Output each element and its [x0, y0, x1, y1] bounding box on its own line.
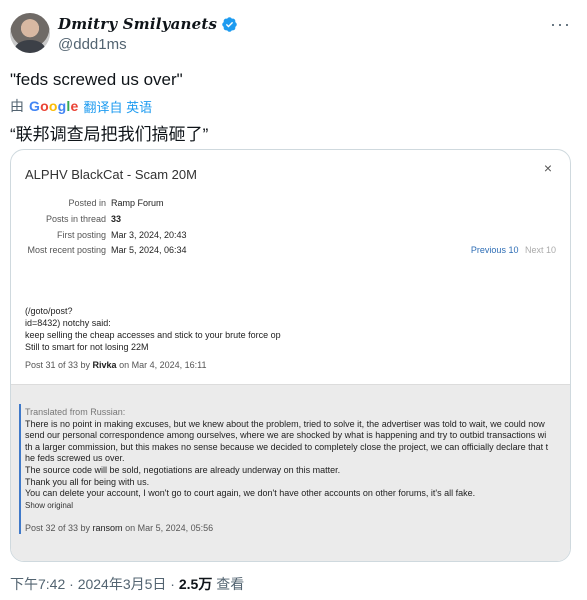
post-32-body: Translated from Russian: There is no poi…	[25, 407, 565, 511]
post-31-meta: Post 31 of 33 by Rivka on Mar 4, 2024, 1…	[25, 360, 206, 370]
post-32-meta-prefix: Post 32 of 33 by	[25, 523, 93, 533]
post-32-line: send our personal correspondence among o…	[25, 430, 547, 441]
post-32-date: on Mar 5, 2024, 05:56	[122, 523, 214, 533]
first-posting-value: Mar 3, 2024, 20:43	[111, 230, 187, 240]
show-original-link[interactable]: Show original	[25, 500, 565, 512]
forum-screenshot-card[interactable]: ALPHV BlackCat - Scam 20M × Posted in Ra…	[10, 149, 571, 562]
next-10-link[interactable]: Next 10	[525, 245, 556, 255]
post-32-line: There is no point in making excuses, but…	[25, 418, 545, 429]
avatar[interactable]	[10, 13, 50, 53]
post-32-line: Thank you all for being with us.	[25, 476, 150, 487]
google-logo: Google	[29, 98, 79, 114]
most-recent-posting-value: Mar 5, 2024, 06:34	[111, 245, 187, 255]
post-31-author[interactable]: Rivka	[93, 360, 117, 370]
posts-in-thread-value: 33	[111, 214, 122, 224]
post-31-line: Still to smart for not losing 22M	[25, 342, 149, 352]
tweet-header: Dmitry Smilyanets @ddd1ms ···	[10, 10, 577, 56]
thread-title: ALPHV BlackCat - Scam 20M	[25, 167, 197, 182]
post-32-line: th a larger commission, but this makes n…	[25, 441, 549, 452]
post-32-line: You can delete your account, I won't go …	[25, 488, 476, 499]
post-31-line[interactable]: (/goto/post?	[25, 305, 555, 317]
post-32-author[interactable]: ransom	[93, 523, 123, 533]
translation-attribution: 由 Google 翻译自 英语	[10, 96, 152, 116]
post-32-section: Translated from Russian: There is no poi…	[11, 384, 570, 561]
previous-10-link[interactable]: Previous 10	[471, 245, 519, 255]
translated-text: “联邦调查局把我们搞砸了”	[10, 125, 209, 144]
translate-by-label: 由	[10, 98, 24, 114]
verified-badge-icon	[222, 16, 237, 32]
post-31-date: on Mar 4, 2024, 16:11	[116, 360, 207, 370]
author-name-row: Dmitry Smilyanets	[58, 15, 238, 33]
more-options-icon[interactable]: ···	[550, 14, 571, 35]
translate-source-link[interactable]: 翻译自 英语	[83, 97, 152, 116]
posted-in-label: Posted in	[68, 198, 106, 208]
post-32-meta: Post 32 of 33 by ransom on Mar 5, 2024, …	[25, 523, 213, 533]
post-31-line: keep selling the cheap accesses and stic…	[25, 330, 281, 340]
posts-in-thread-label: Posts in thread	[45, 214, 106, 224]
most-recent-posting-label: Most recent posting	[27, 245, 106, 255]
close-icon[interactable]: ×	[544, 160, 552, 176]
handle[interactable]: @ddd1ms	[58, 36, 127, 53]
quote-bar	[19, 404, 21, 534]
view-count: 2.5万	[178, 576, 213, 592]
views-label: 查看	[212, 576, 245, 592]
tweet-timestamp[interactable]: 下午7:42 · 2024年3月5日 ·	[10, 576, 179, 592]
post-32-line: The source code will be sold, negotiatio…	[25, 464, 341, 475]
tweet-footer: 下午7:42 · 2024年3月5日 · 2.5万 查看	[10, 574, 244, 594]
post-31-line: id=8432) notchy said:	[25, 318, 111, 328]
display-name[interactable]: Dmitry Smilyanets	[58, 15, 217, 33]
pagination: Previous 10 Next 10	[471, 245, 556, 255]
post-31-meta-prefix: Post 31 of 33 by	[25, 360, 93, 370]
posted-in-value: Ramp Forum	[111, 198, 164, 208]
first-posting-label: First posting	[56, 230, 106, 240]
post-32-line: he feds screwed us over.	[25, 453, 125, 464]
translated-from-label: Translated from Russian:	[25, 407, 126, 417]
post-31-body: (/goto/post? id=8432) notchy said: keep …	[25, 305, 555, 353]
tweet-text: "feds screwed us over"	[10, 70, 183, 89]
